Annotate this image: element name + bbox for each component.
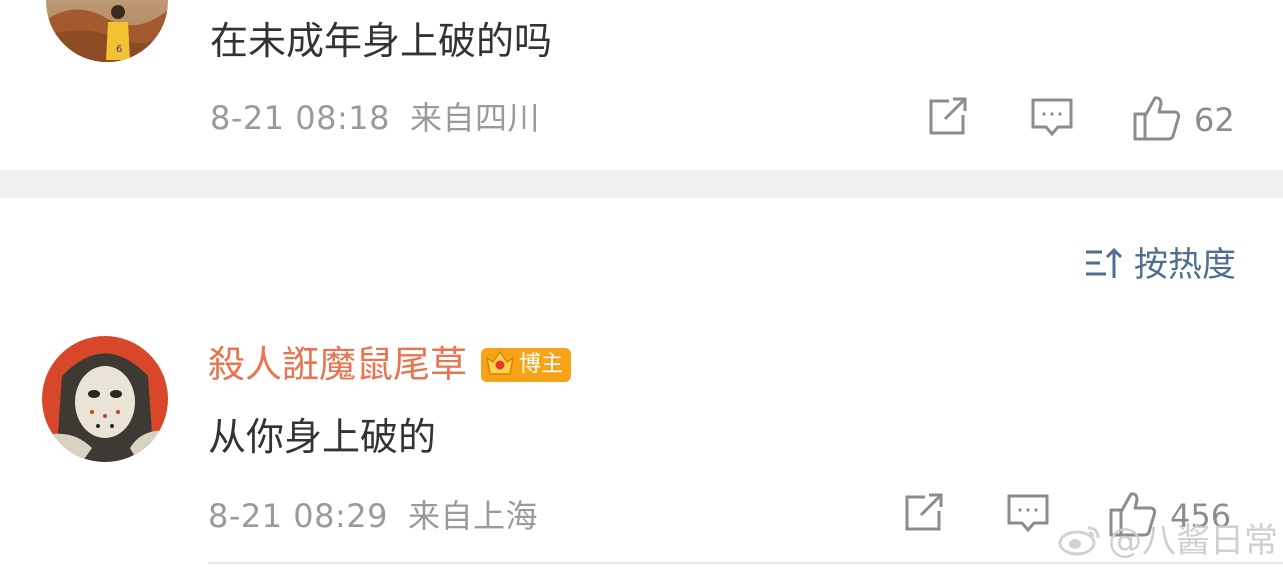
badge-label: 博主 (519, 351, 564, 377)
blogger-badge: 博主 (481, 347, 572, 382)
like-button[interactable]: 62 (1132, 94, 1235, 146)
comment-text: 在未成年身上破的吗 (210, 19, 553, 63)
comment-location: 来自四川 (410, 99, 541, 137)
svg-text:6: 6 (116, 44, 122, 55)
weibo-logo-icon (1058, 522, 1102, 560)
watermark-text: @八酱日常 (1108, 521, 1278, 561)
section-divider (0, 170, 1283, 198)
username[interactable]: 殺人誑魔鼠尾草 (208, 346, 467, 383)
sort-by-hot-button[interactable]: 按热度 (1084, 246, 1236, 284)
comment-time: 8-21 08:29 (208, 497, 389, 535)
comment-meta: 8-21 08:29 来自上海 (208, 500, 538, 532)
comment-icon (1006, 493, 1050, 537)
share-icon (903, 493, 945, 537)
sort-label: 按热度 (1134, 245, 1236, 285)
comment-time: 8-21 08:18 (210, 99, 391, 137)
thumbs-up-icon (1132, 94, 1182, 146)
comment-meta: 8-21 08:18 来自四川 (210, 102, 540, 134)
like-count: 62 (1194, 101, 1235, 139)
share-icon (927, 97, 969, 141)
comment-button[interactable] (1004, 492, 1052, 538)
divider (208, 562, 1283, 564)
crown-icon (485, 348, 515, 382)
comment-text: 从你身上破的 (208, 415, 437, 459)
comment-button[interactable] (1028, 96, 1076, 142)
avatar[interactable]: 6 (46, 0, 168, 62)
share-button[interactable] (900, 492, 948, 538)
avatar[interactable] (42, 336, 168, 462)
comment-location: 来自上海 (408, 497, 539, 535)
watermark: @八酱日常 (1058, 522, 1278, 560)
sort-icon (1084, 246, 1123, 284)
comment-icon (1030, 97, 1074, 141)
comment-header: 殺人誑魔鼠尾草 博主 (208, 346, 572, 383)
share-button[interactable] (924, 96, 972, 142)
